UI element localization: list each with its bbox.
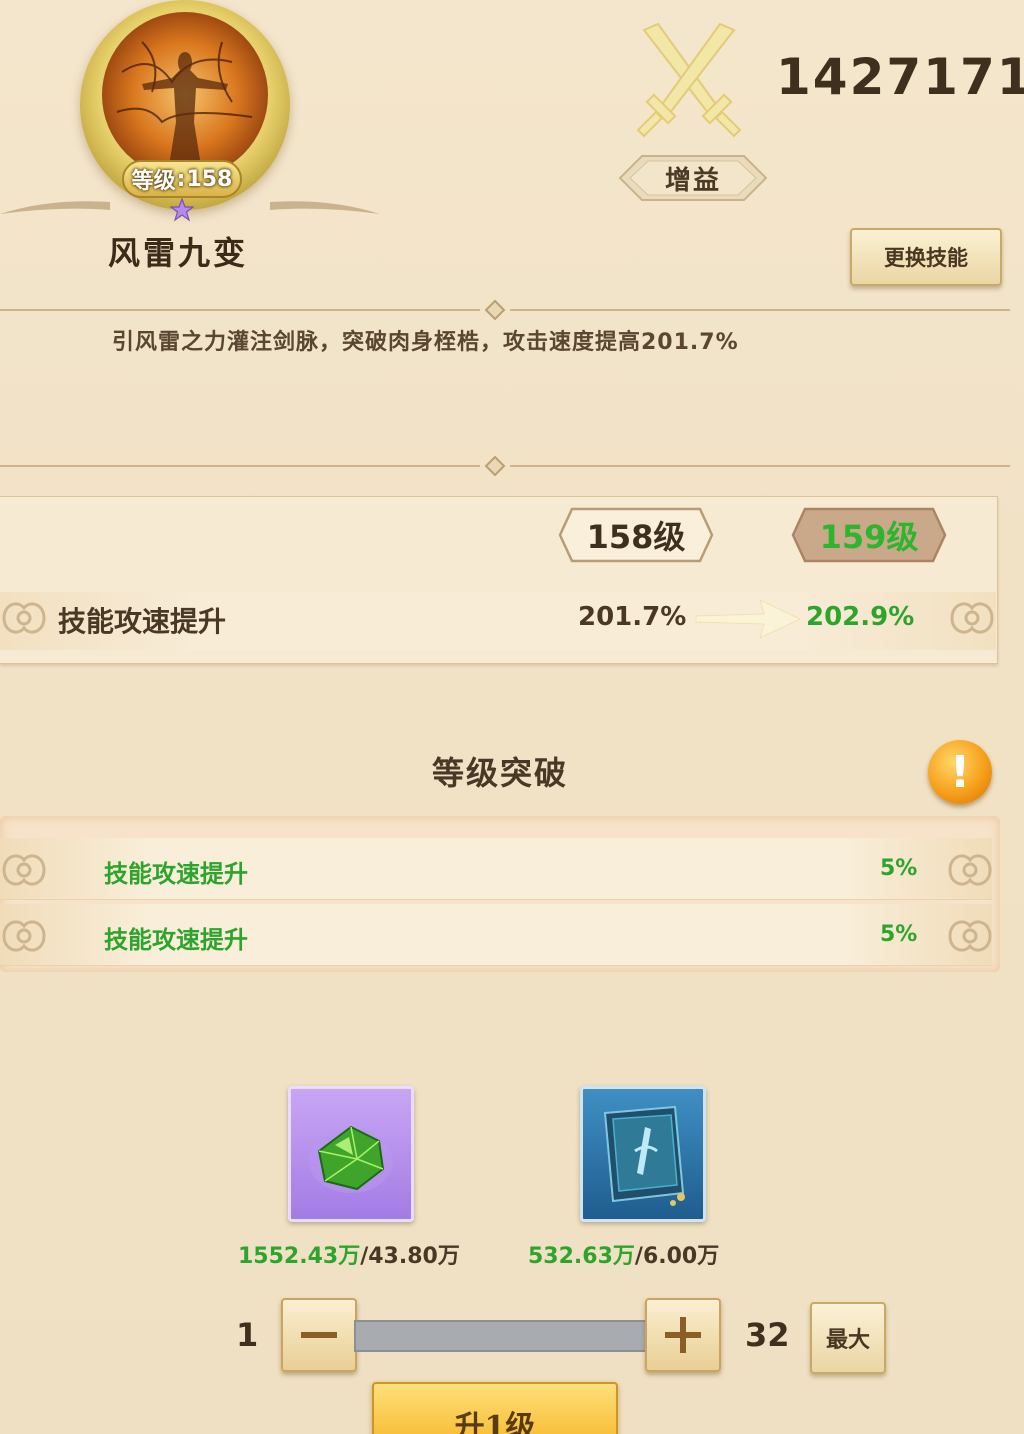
- level-badge: 等级:158: [122, 160, 242, 198]
- buff-tag: 增益: [616, 152, 770, 204]
- star-icon: [170, 198, 194, 222]
- quantity-slider[interactable]: [354, 1320, 648, 1352]
- level-separator: :: [176, 166, 186, 192]
- plus-icon: [665, 1317, 701, 1353]
- decrease-button[interactable]: [281, 1298, 357, 1372]
- material-amount-gem: 1552.43万/43.80万: [238, 1238, 460, 1270]
- buff-tag-label: 增益: [664, 165, 721, 196]
- quantity-max: 32: [745, 1316, 790, 1354]
- stat-label: 技能攻速提升: [58, 605, 227, 638]
- next-level-chip: 159级: [789, 505, 949, 565]
- green-gem-icon: [309, 1125, 393, 1193]
- max-button[interactable]: 最大: [810, 1302, 886, 1374]
- knot-ornament-right: [948, 920, 992, 952]
- quantity-min: 1: [236, 1316, 259, 1354]
- material-slot-gem[interactable]: [288, 1086, 414, 1222]
- material-need: /6.00万: [634, 1244, 720, 1269]
- skill-portrait[interactable]: 等级:158: [70, 0, 300, 230]
- current-level-label: 158级: [586, 518, 686, 556]
- skill-description: 引风雷之力灌注剑脉，突破肉身桎梏，攻击速度提高201.7%: [112, 330, 739, 355]
- crossed-swords-icon: [636, 22, 742, 138]
- breakthrough-label: 技能攻速提升: [104, 859, 248, 888]
- divider: [0, 456, 1010, 476]
- knot-ornament-left: [2, 920, 46, 952]
- breakthrough-title: 等级突破: [432, 754, 569, 792]
- knot-ornament-left: [2, 602, 46, 634]
- breakthrough-value: 5%: [880, 856, 918, 881]
- next-level-label: 159级: [819, 518, 919, 556]
- knot-ornament-right: [950, 602, 994, 634]
- material-have: 532.63万: [528, 1244, 635, 1269]
- knot-ornament-right: [948, 854, 992, 886]
- divider: [0, 300, 1010, 320]
- level-label: 等级: [131, 169, 176, 194]
- material-need: /43.80万: [360, 1244, 460, 1269]
- arrow-right-icon: [695, 599, 802, 639]
- increase-button[interactable]: [645, 1298, 721, 1372]
- alert-icon[interactable]: !: [928, 740, 992, 804]
- current-level-chip: 158级: [556, 505, 716, 565]
- breakthrough-label: 技能攻速提升: [104, 925, 248, 954]
- stat-current-value: 201.7%: [578, 602, 687, 632]
- material-slot-book[interactable]: [580, 1086, 706, 1222]
- storm-figure-icon: [116, 41, 253, 172]
- breakthrough-value: 5%: [880, 922, 918, 947]
- skill-upgrade-page: 等级:158 风雷九变 1427171 增益 更换技能 引风雷之力灌注剑脉，突破…: [0, 0, 1024, 1434]
- stat-next-value: 202.9%: [806, 602, 915, 632]
- skill-icon: [102, 12, 268, 178]
- upgrade-button[interactable]: 升1级: [372, 1382, 618, 1434]
- level-value: 158: [186, 166, 233, 192]
- combat-power-value: 1427171: [776, 48, 1024, 106]
- minus-icon: [301, 1332, 337, 1338]
- skill-name: 风雷九变: [108, 234, 249, 272]
- material-amount-book: 532.63万/6.00万: [528, 1238, 719, 1270]
- skill-book-icon: [603, 1105, 685, 1206]
- change-skill-button[interactable]: 更换技能: [850, 228, 1002, 286]
- knot-ornament-left: [2, 854, 46, 886]
- material-have: 1552.43万: [238, 1244, 361, 1269]
